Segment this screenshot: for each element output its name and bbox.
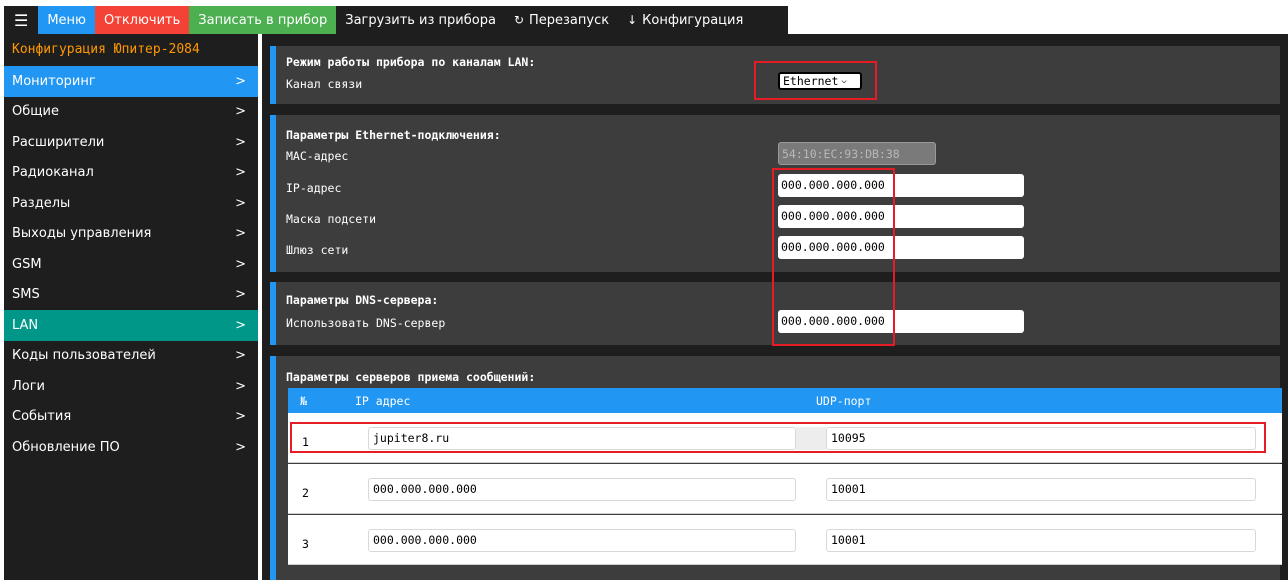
hamburger-menu-icon[interactable]: ☰ [4, 6, 38, 34]
sidebar-item-label: GSM [12, 256, 42, 272]
chevron-right-icon: > [235, 409, 246, 425]
sidebar-item-firmware-update[interactable]: Обновление ПО > [4, 432, 258, 463]
server-port-field[interactable]: 10001 [826, 529, 1256, 552]
top-toolbar: ☰ Меню Отключить Записать в прибор Загру… [0, 0, 1288, 34]
chevron-right-icon: > [235, 104, 246, 120]
chevron-right-icon: > [235, 134, 246, 150]
sidebar-item-user-codes[interactable]: Коды пользователей > [4, 341, 258, 372]
chevron-right-icon: > [235, 317, 246, 333]
sidebar-item-label: Обновление ПО [12, 439, 120, 455]
col-ip: IP адрес [355, 394, 411, 408]
table-row: 3 000.000.000.000 10001 [288, 515, 1282, 565]
sidebar: Конфигурация Юпитер-2084 Мониторинг > Общ… [4, 34, 258, 580]
sidebar-item-monitoring[interactable]: Мониторинг > [4, 66, 258, 97]
chevron-right-icon: > [235, 287, 246, 303]
configuration-button[interactable]: ↓ Конфигурация [618, 6, 752, 34]
chevron-right-icon: > [235, 226, 246, 242]
sidebar-item-label: Мониторинг [12, 73, 96, 89]
sidebar-item-events[interactable]: События > [4, 402, 258, 433]
chevron-right-icon: > [235, 439, 246, 455]
restart-button[interactable]: ↻ Перезапуск [505, 6, 618, 34]
servers-title: Параметры серверов приема сообщений: [286, 370, 536, 384]
chevron-right-icon: > [235, 165, 246, 181]
menu-button[interactable]: Меню [38, 6, 96, 34]
sidebar-item-label: Выходы управления [12, 226, 152, 242]
download-arrow-icon: ↓ [627, 13, 638, 27]
chevron-right-icon: > [235, 256, 246, 272]
restart-label: Перезапуск [529, 12, 610, 28]
sidebar-item-label: Разделы [12, 195, 71, 211]
col-port: UDP-порт [816, 394, 872, 408]
mac-label: MAC-адрес [286, 149, 349, 163]
sidebar-item-general[interactable]: Общие > [4, 97, 258, 128]
sidebar-item-label: Коды пользователей [12, 348, 156, 364]
chevron-right-icon: > [235, 195, 246, 211]
mac-address-field: 54:10:EC:93:DB:38 [778, 142, 936, 165]
table-row: 2 000.000.000.000 10001 [288, 464, 1282, 514]
dns-use-label: Использовать DNS-сервер [286, 316, 446, 330]
sidebar-item-label: Радиоканал [12, 165, 94, 181]
sidebar-title: Конфигурация Юпитер-2084 [12, 42, 200, 57]
chevron-right-icon: > [235, 378, 246, 394]
server-ip-field[interactable]: 000.000.000.000 [368, 529, 796, 552]
ip-label: IP-адрес [286, 181, 342, 195]
sidebar-item-gsm[interactable]: GSM > [4, 249, 258, 280]
highlight-box-ip-fields [772, 168, 895, 346]
sidebar-item-label: Расширители [12, 134, 105, 150]
disconnect-button[interactable]: Отключить [95, 6, 190, 34]
sidebar-item-logs[interactable]: Логи > [4, 371, 258, 402]
sidebar-item-lan[interactable]: LAN > [4, 310, 258, 341]
dns-title: Параметры DNS-сервера: [286, 293, 439, 307]
toolbar-strip: ☰ Меню Отключить Записать в прибор Загру… [4, 6, 788, 34]
sidebar-item-label: LAN [12, 317, 39, 333]
servers-panel: Параметры серверов приема сообщений: № I… [270, 356, 1282, 580]
restart-icon: ↻ [513, 13, 524, 27]
sidebar-item-partitions[interactable]: Разделы > [4, 188, 258, 219]
chevron-right-icon: > [235, 73, 246, 89]
sidebar-item-radio[interactable]: Радиоканал > [4, 158, 258, 189]
servers-table-header: № IP адрес UDP-порт [288, 388, 1282, 413]
gateway-label: Шлюз сети [286, 243, 349, 257]
sidebar-item-expanders[interactable]: Расширители > [4, 127, 258, 158]
col-num: № [300, 394, 307, 408]
sidebar-item-label: SMS [12, 287, 40, 303]
highlight-box-channel [754, 61, 877, 100]
sidebar-item-sms[interactable]: SMS > [4, 280, 258, 311]
lan-mode-title: Режим работы прибора по каналам LAN: [286, 55, 536, 69]
sidebar-item-label: События [12, 409, 72, 425]
server-port-field[interactable]: 10001 [826, 478, 1256, 501]
write-to-device-button[interactable]: Записать в прибор [189, 6, 337, 34]
sidebar-item-label: Общие [12, 104, 59, 120]
ethernet-title: Параметры Ethernet-подключения: [286, 128, 501, 142]
mask-label: Маска подсети [286, 212, 377, 226]
sidebar-item-control-outputs[interactable]: Выходы управления > [4, 219, 258, 250]
sidebar-item-label: Логи [12, 378, 46, 394]
channel-label: Канал связи [286, 77, 363, 91]
load-from-device-button[interactable]: Загрузить из прибора [336, 6, 505, 34]
configuration-label: Конфигурация [642, 12, 744, 28]
server-ip-field[interactable]: 000.000.000.000 [368, 478, 796, 501]
chevron-right-icon: > [235, 348, 246, 364]
highlight-box-server-row [290, 422, 1266, 453]
row-number: 2 [302, 486, 309, 500]
row-number: 3 [302, 537, 309, 551]
